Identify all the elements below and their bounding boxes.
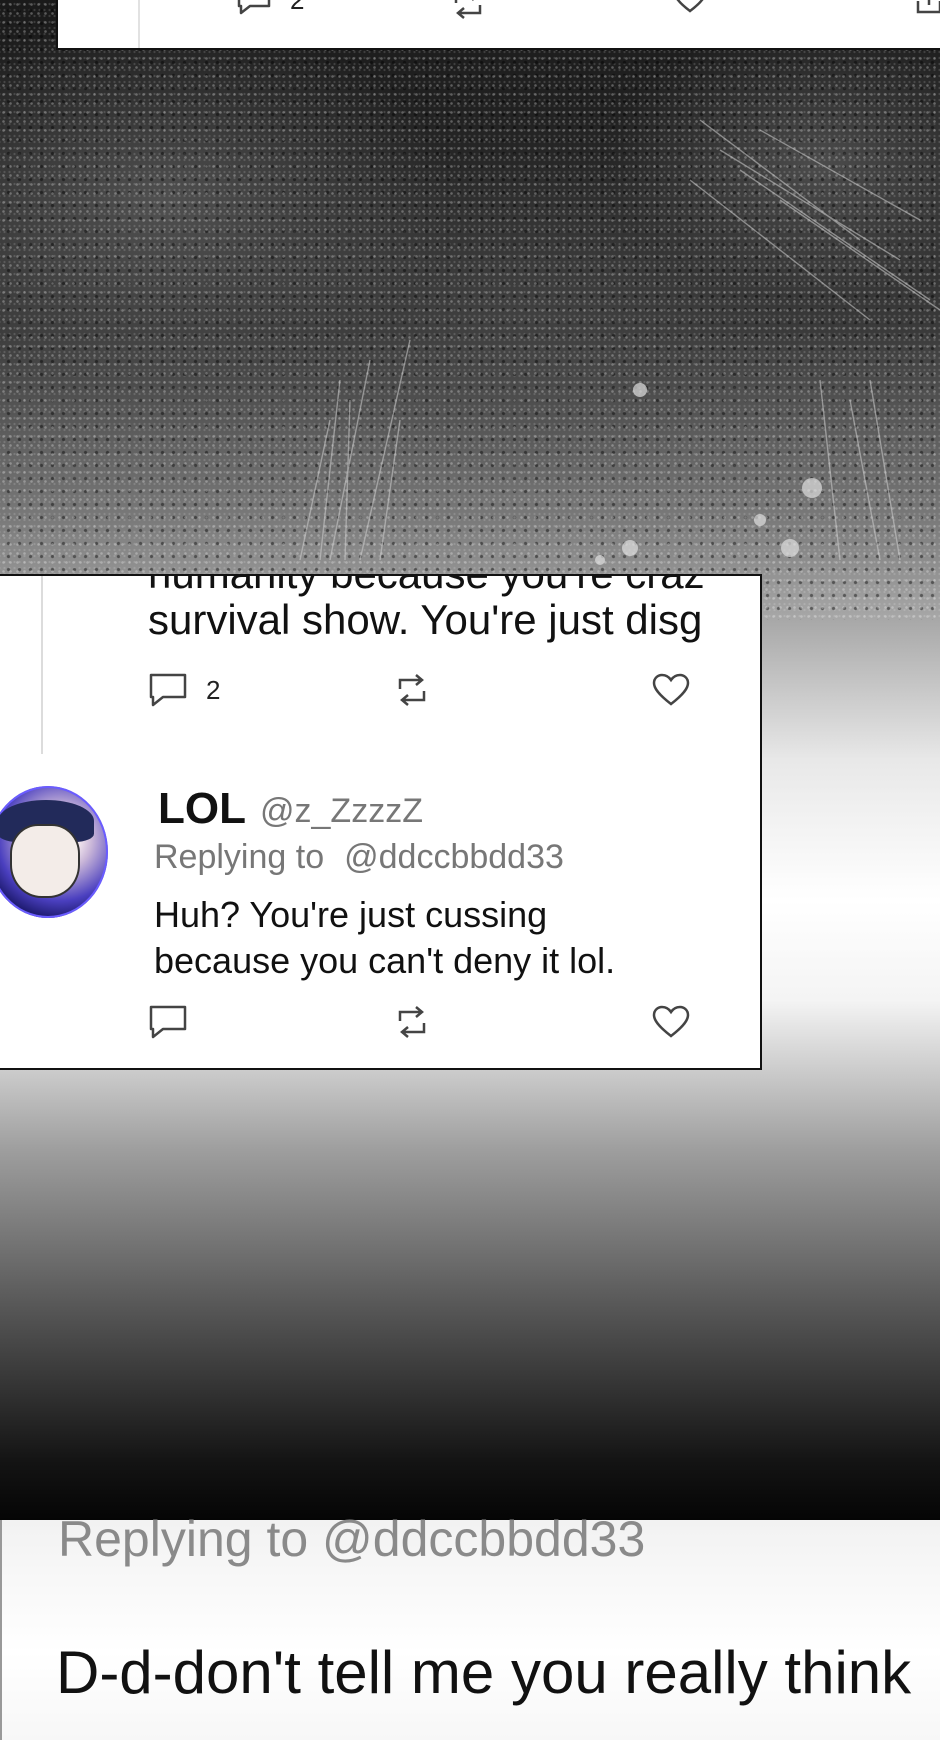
comment-icon (237, 0, 271, 15)
share-icon (916, 0, 940, 14)
mention-link[interactable]: @ddccbbdd33 (344, 838, 564, 876)
retweet-icon (454, 0, 482, 19)
retweet-icon (398, 674, 426, 706)
grass-strokes (299, 119, 940, 565)
replying-label: Replying to (154, 838, 325, 876)
comment-action[interactable] (148, 1000, 188, 1044)
comment-icon (149, 673, 187, 707)
retweet-action[interactable] (450, 0, 486, 26)
retweet-icon (398, 1006, 426, 1038)
heart-icon (676, 0, 704, 13)
retweet-action[interactable] (394, 668, 430, 712)
heart-icon (652, 673, 690, 706)
display-name[interactable]: LOL (158, 784, 246, 834)
tweet-card-middle: humanity because you're craz survival sh… (0, 574, 762, 1070)
reply-text: Huh? You're just cussing because you can… (154, 892, 734, 984)
comment-icon (149, 1005, 187, 1039)
tweet-card-bottom: Replying to @ddccbbdd33 D-d-don't tell m… (0, 1511, 940, 1740)
thread-line (41, 576, 43, 754)
comment-count: 2 (290, 0, 304, 16)
comment-action[interactable]: 2 (236, 0, 304, 22)
replying-to: Replying to @ddccbbdd33 (58, 1511, 646, 1567)
avatar[interactable] (0, 786, 108, 918)
tweet-card-top: 2 (56, 0, 940, 50)
like-action[interactable] (672, 0, 708, 20)
heart-icon (652, 1005, 690, 1038)
thread-line (138, 0, 140, 48)
reply-actions (148, 1000, 708, 1044)
reply-count: 2 (206, 674, 221, 705)
reply-text-line: Huh? You're just cussing (154, 894, 548, 935)
like-action[interactable] (652, 1000, 690, 1044)
share-action[interactable] (914, 0, 940, 22)
user-handle[interactable]: @z_ZzzzZ (260, 792, 423, 831)
comment-action[interactable]: 2 (148, 668, 220, 712)
replying-to: Replying to @ddccbbdd33 (154, 838, 564, 877)
retweet-action[interactable] (394, 1000, 430, 1044)
tweet-text: survival show. You're just disg (148, 596, 703, 643)
tweet-actions: 2 (148, 668, 708, 712)
tweet-text: D-d-don't tell me you really think (56, 1639, 912, 1706)
like-action[interactable] (652, 668, 690, 712)
tweet-text-cropped: humanity because you're craz (148, 576, 705, 598)
reply-text-line: because you can't deny it lol. (154, 940, 616, 981)
